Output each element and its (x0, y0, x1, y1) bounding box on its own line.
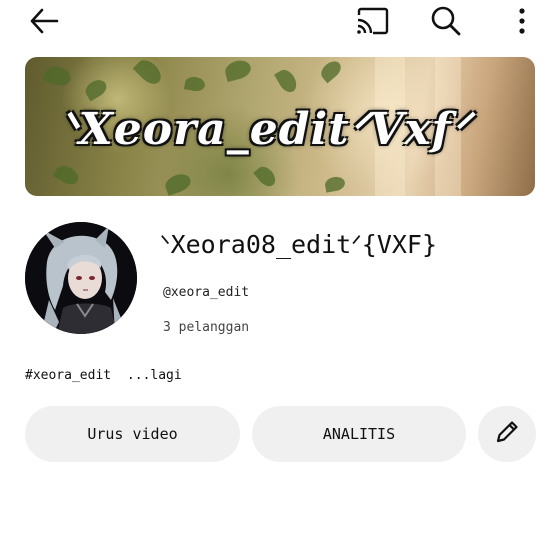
avatar-illustration (25, 222, 137, 334)
manage-videos-label: Urus video (87, 425, 178, 443)
edit-channel-button[interactable] (478, 406, 536, 462)
channel-description[interactable]: #xeora_edit ...lagi (25, 366, 182, 386)
avatar[interactable] (25, 222, 137, 334)
analytics-button[interactable]: ANALITIS (252, 406, 466, 462)
more-vertical-icon[interactable] (506, 4, 538, 38)
subscriber-count: 3 pelanggan (163, 320, 250, 335)
manage-videos-button[interactable]: Urus video (25, 406, 240, 462)
channel-name: ᐠXeora08_editᐟ{VXF} (160, 230, 438, 259)
back-arrow-icon[interactable] (22, 4, 66, 38)
channel-handle: @xeora_edit (163, 285, 250, 300)
more-link[interactable]: ...lagi (127, 368, 182, 383)
hashtag-link[interactable]: #xeora_edit (25, 368, 111, 383)
pencil-icon (494, 419, 520, 449)
cast-icon[interactable] (350, 4, 394, 38)
search-icon[interactable] (424, 4, 468, 38)
banner-title: ᐠXeora_editᐟVxfᐟ (59, 104, 472, 155)
channel-banner: ᐠXeora_editᐟVxfᐟ (25, 57, 535, 196)
analytics-label: ANALITIS (322, 425, 396, 443)
top-app-bar (0, 0, 560, 44)
